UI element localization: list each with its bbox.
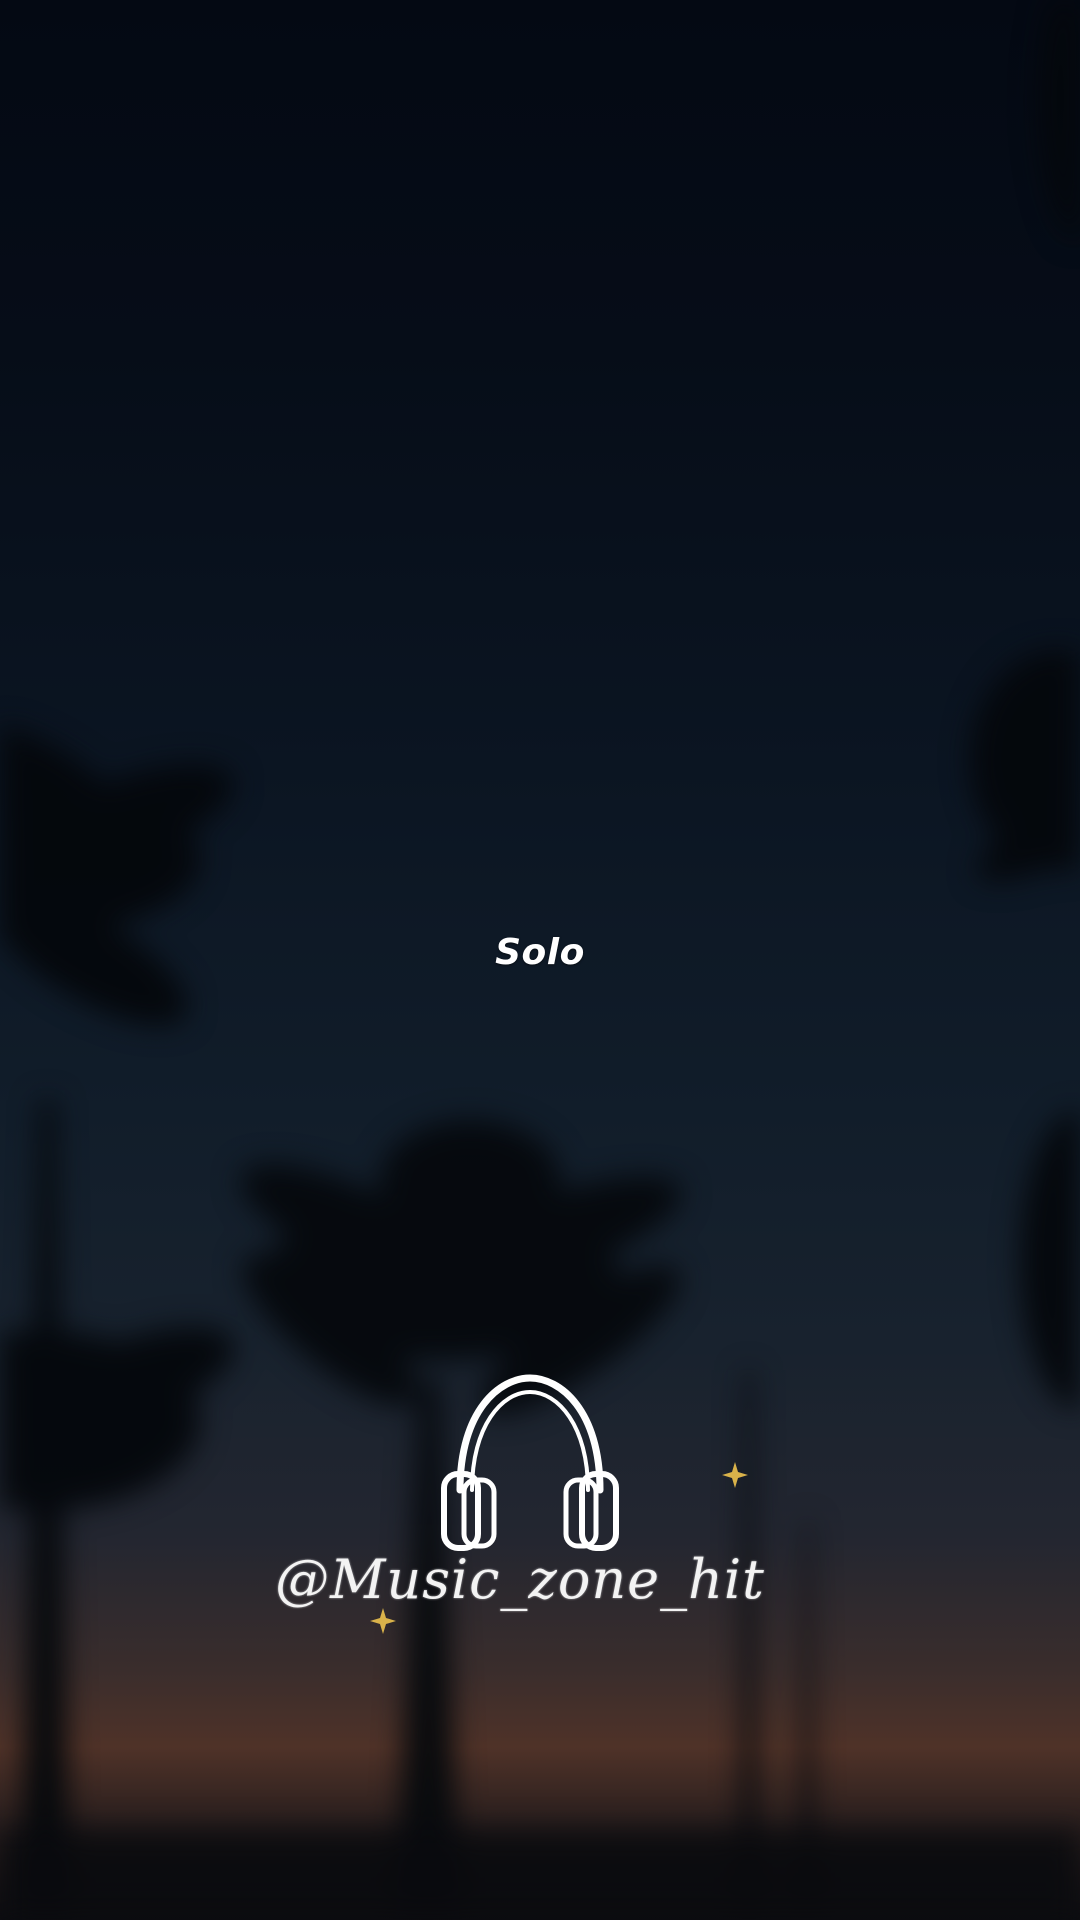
- video-frame: Solo @Music_zone_hit: [0, 0, 1080, 1920]
- sparkle-icon: [722, 1462, 748, 1488]
- channel-handle: @Music_zone_hit: [275, 1548, 765, 1611]
- lyric-text: Solo: [495, 932, 585, 973]
- channel-watermark: @Music_zone_hit: [260, 1370, 780, 1640]
- sparkle-icon: [370, 1608, 396, 1634]
- headphones-icon: [441, 1374, 619, 1551]
